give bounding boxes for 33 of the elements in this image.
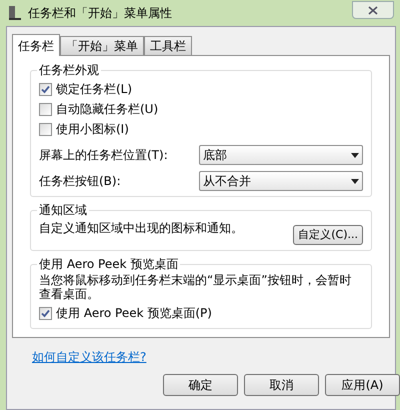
tab[interactable]: 任务栏 xyxy=(12,34,60,56)
group-title: 通知区域 xyxy=(37,202,89,218)
dropdown-arrow-icon xyxy=(351,178,359,184)
window-title: 任务栏和「开始」菜单属性 xyxy=(28,5,172,22)
dialog-button[interactable]: 确定 xyxy=(163,374,238,396)
checkbox[interactable] xyxy=(39,82,52,96)
dropdown[interactable]: 从不合并 xyxy=(199,171,363,191)
checkbox[interactable] xyxy=(39,102,52,116)
customize-button[interactable]: 自定义(C)... xyxy=(293,225,363,245)
checkmark-icon xyxy=(41,84,50,94)
dropdown-arrow-icon xyxy=(351,152,359,158)
tab[interactable]: 工具栏 xyxy=(144,36,192,55)
help-link[interactable]: 如何自定义该任务栏? xyxy=(32,348,146,366)
dropdown[interactable]: 底部 xyxy=(199,145,363,165)
close-button[interactable] xyxy=(352,1,394,19)
group-title: 使用 Aero Peek 预览桌面 xyxy=(37,256,180,272)
close-icon xyxy=(368,6,378,14)
dialog-button[interactable]: 应用(A) xyxy=(325,374,400,396)
tab[interactable]: 「开始」菜单 xyxy=(60,36,144,55)
checkmark-icon xyxy=(41,308,50,318)
checkbox-label: 使用 Aero Peek 预览桌面(P) xyxy=(56,305,212,322)
checkbox-label: 自动隐藏任务栏(U) xyxy=(56,101,158,118)
description: 当您将鼠标移动到任务栏末端的“显示桌面”按钮时，会暂时查看桌面。 xyxy=(39,273,352,301)
checkbox-label: 使用小图标(I) xyxy=(56,121,129,138)
dropdown-label: 屏幕上的任务栏位置(T): xyxy=(39,147,169,164)
dropdown-label: 任务栏按钮(B): xyxy=(39,173,122,190)
window-icon xyxy=(6,5,22,21)
description: 自定义通知区域中出现的图标和通知。 xyxy=(39,220,243,237)
checkbox[interactable] xyxy=(39,306,52,320)
group-title: 任务栏外观 xyxy=(37,62,101,78)
dialog-button[interactable]: 取消 xyxy=(244,374,319,396)
checkbox-label: 锁定任务栏(L) xyxy=(56,81,132,98)
checkbox[interactable] xyxy=(39,122,52,136)
